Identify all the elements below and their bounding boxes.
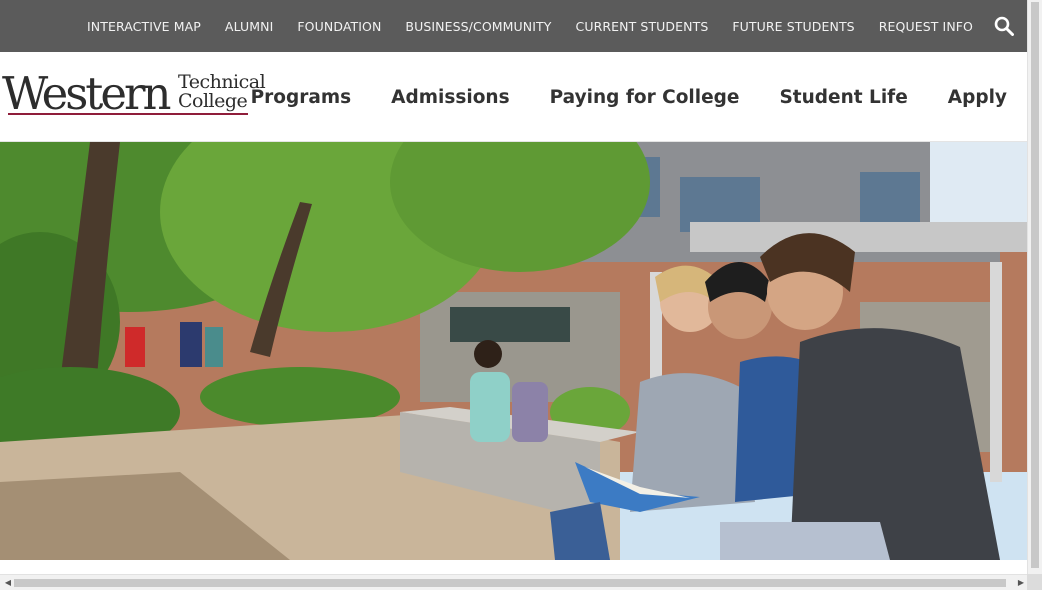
- scroll-right-arrow-icon[interactable]: ▶: [1016, 578, 1026, 588]
- page-content-start: [0, 560, 1027, 574]
- nav-item-paying-for-college[interactable]: Paying for College: [550, 87, 740, 108]
- hero-image: [0, 142, 1027, 560]
- logo-word-western: Western: [2, 67, 172, 120]
- utility-link-future-students[interactable]: FUTURE STUDENTS: [732, 19, 854, 34]
- utility-link-current-students[interactable]: CURRENT STUDENTS: [576, 19, 709, 34]
- browser-page: INTERACTIVE MAP ALUMNI FOUNDATION BUSINE…: [0, 0, 1042, 590]
- utility-link-interactive-map[interactable]: INTERACTIVE MAP: [87, 19, 201, 34]
- horizontal-scroll-thumb[interactable]: [14, 579, 1006, 587]
- nav-item-student-life[interactable]: Student Life: [779, 87, 907, 108]
- horizontal-scrollbar[interactable]: ◀ ▶: [0, 574, 1042, 590]
- search-icon: [994, 16, 1014, 36]
- nav-item-programs[interactable]: Programs: [251, 87, 352, 108]
- campus-courtyard-students-photo: [0, 142, 1027, 560]
- search-button[interactable]: [993, 15, 1015, 37]
- vertical-scrollbar[interactable]: [1027, 0, 1042, 574]
- utility-link-foundation[interactable]: FOUNDATION: [297, 19, 381, 34]
- main-nav: Programs Admissions Paying for College S…: [211, 52, 1007, 142]
- scrollbar-corner: [1027, 574, 1042, 590]
- nav-item-apply[interactable]: Apply: [948, 87, 1007, 108]
- nav-item-admissions[interactable]: Admissions: [391, 87, 509, 108]
- vertical-scroll-thumb[interactable]: [1031, 2, 1039, 568]
- scroll-left-arrow-icon[interactable]: ◀: [3, 578, 13, 588]
- main-header: Western Technical College Programs Admis…: [0, 52, 1027, 142]
- utility-link-alumni[interactable]: ALUMNI: [225, 19, 273, 34]
- utility-link-request-info[interactable]: REQUEST INFO: [879, 19, 973, 34]
- utility-nav: INTERACTIVE MAP ALUMNI FOUNDATION BUSINE…: [0, 0, 1027, 52]
- utility-link-business-community[interactable]: BUSINESS/COMMUNITY: [405, 19, 551, 34]
